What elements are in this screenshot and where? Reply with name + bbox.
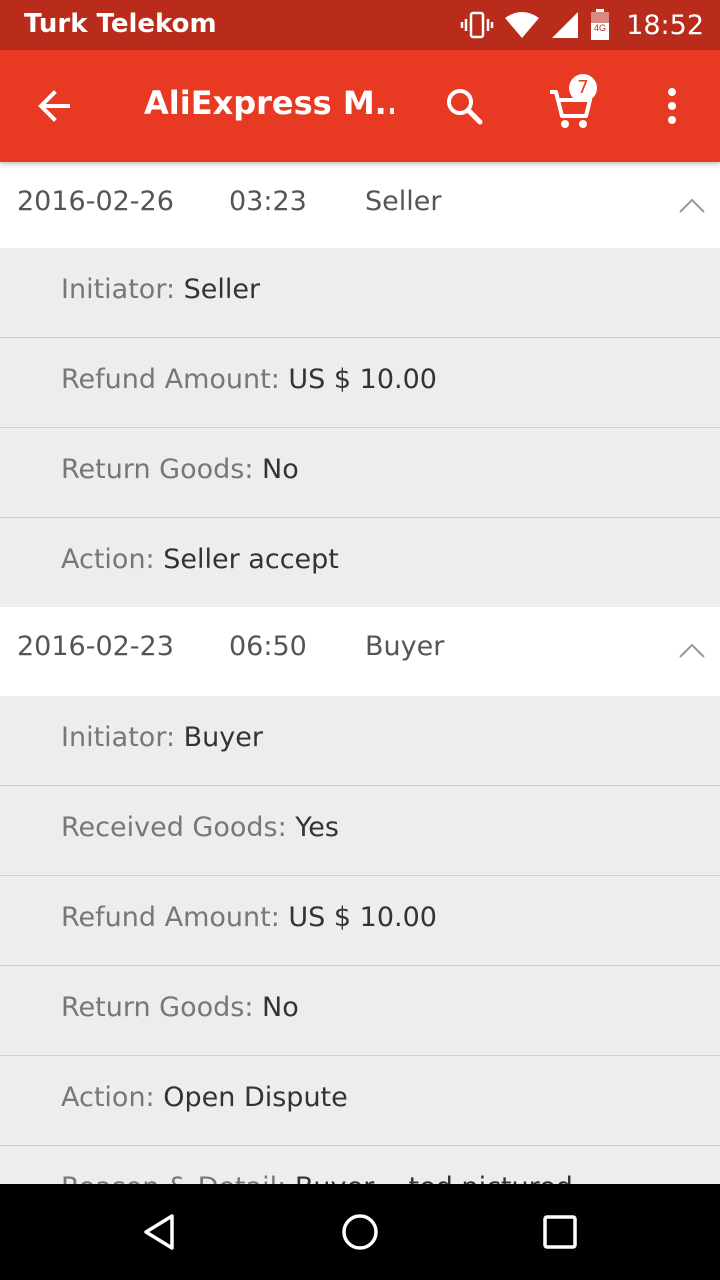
detail-label: Refund Amount:: [61, 902, 280, 933]
detail-label: Return Goods:: [61, 454, 254, 485]
detail-label: Initiator:: [61, 722, 176, 753]
detail-label: Received Goods:: [61, 812, 287, 843]
detail-row: Initiator: Buyer: [0, 696, 720, 786]
detail-row: Received Goods: Yes: [0, 786, 720, 876]
recents-square-icon[interactable]: [536, 1208, 584, 1256]
detail-label: Action:: [61, 544, 155, 575]
status-icons: 4G 18:52: [460, 8, 704, 42]
detail-value: No: [262, 992, 299, 1023]
detail-value: Seller accept: [163, 544, 339, 575]
svg-text:4G: 4G: [594, 23, 606, 33]
vibrate-icon: [460, 11, 494, 39]
negotiation-history: 2016-02-26 03:23 Seller Initiator: Selle…: [0, 162, 720, 1184]
detail-value: US $ 10.00: [288, 364, 437, 395]
detail-value: Yes: [295, 812, 339, 843]
system-nav-bar: [0, 1184, 720, 1280]
back-arrow-icon[interactable]: [28, 78, 84, 134]
detail-label: Return Goods:: [61, 992, 254, 1023]
entry-time: 06:50: [229, 631, 307, 662]
detail-row: Refund Amount: US $ 10.00: [0, 338, 720, 428]
detail-value: US $ 10.00: [288, 902, 437, 933]
home-circle-icon[interactable]: [336, 1208, 384, 1256]
battery-icon: 4G: [591, 9, 610, 40]
detail-value: Seller: [183, 274, 261, 305]
detail-value: Buyer: [183, 722, 263, 753]
detail-row: Action: Open Dispute: [0, 1056, 720, 1146]
chevron-up-icon[interactable]: [676, 635, 708, 667]
wifi-icon: [505, 12, 540, 38]
cart-button[interactable]: 7: [540, 74, 600, 136]
detail-row: Return Goods: No: [0, 966, 720, 1056]
cart-count-badge: 7: [569, 74, 597, 102]
detail-row: Return Goods: No: [0, 428, 720, 518]
status-bar: Turk Telekom 4G 18:52: [0, 0, 720, 50]
signal-icon: [552, 12, 579, 38]
detail-value: Buyer ...ted pictured...: [295, 1172, 599, 1184]
back-triangle-icon[interactable]: [136, 1208, 184, 1256]
carrier-name: Turk Telekom: [24, 9, 217, 39]
detail-row: Action: Seller accept: [0, 518, 720, 607]
search-icon[interactable]: [436, 78, 492, 134]
detail-value: No: [262, 454, 299, 485]
history-entry-header[interactable]: 2016-02-23 06:50 Buyer: [0, 607, 720, 696]
more-vert-icon[interactable]: [644, 78, 700, 134]
detail-row: Initiator: Seller: [0, 248, 720, 338]
entry-role: Buyer: [365, 631, 445, 662]
history-entry-header[interactable]: 2016-02-26 03:23 Seller: [0, 162, 720, 248]
detail-value: Open Dispute: [163, 1082, 348, 1113]
detail-label: Refund Amount:: [61, 364, 280, 395]
entry-role: Seller: [365, 186, 442, 217]
entry-date: 2016-02-23: [17, 631, 174, 662]
detail-row: Reason & Detail: Buyer ...ted pictured..…: [0, 1146, 720, 1184]
app-bar: AliExpress M... 7: [0, 50, 720, 162]
detail-label: Action:: [61, 1082, 155, 1113]
entry-time: 03:23: [229, 186, 307, 217]
detail-label: Initiator:: [61, 274, 176, 305]
detail-row: Refund Amount: US $ 10.00: [0, 876, 720, 966]
page-title: AliExpress M...: [144, 84, 394, 122]
chevron-up-icon[interactable]: [676, 190, 708, 222]
entry-date: 2016-02-26: [17, 186, 174, 217]
clock: 18:52: [626, 9, 704, 41]
detail-label: Reason & Detail:: [61, 1172, 286, 1184]
